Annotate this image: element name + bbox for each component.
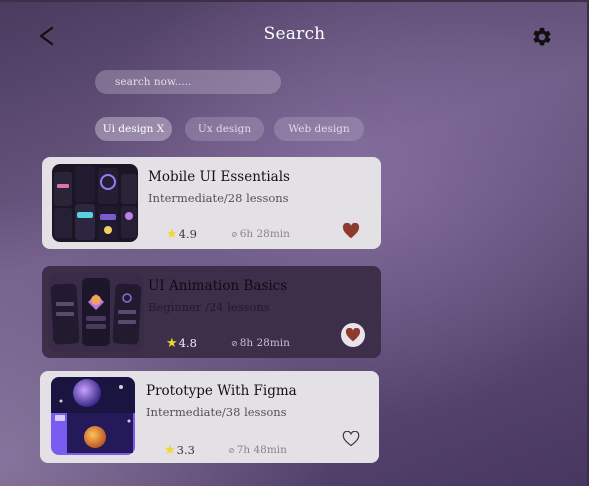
rating-value: 3.3: [176, 443, 195, 457]
mobile-ui-thumbnail-image: [52, 164, 138, 242]
filter-chip-ux-design[interactable]: Ux design: [185, 117, 264, 141]
heart-outline-icon: [342, 431, 360, 447]
star-icon: ★: [166, 335, 178, 351]
course-duration: ⊘ 7h 48min: [228, 444, 287, 456]
duration-value: 7h 48min: [236, 444, 287, 456]
course-title: UI Animation Basics: [148, 278, 288, 294]
course-rating: ★ 3.3: [164, 443, 195, 457]
heart-icon: [342, 223, 360, 239]
rating-value: 4.9: [178, 227, 197, 241]
filter-chip-ui-design[interactable]: Ui design X: [95, 117, 172, 141]
course-rating: ★ 4.9: [166, 227, 197, 241]
prototype-figma-thumbnail-image: [51, 377, 135, 455]
favorite-button[interactable]: [341, 221, 361, 241]
gear-icon: [533, 27, 551, 46]
favorite-button[interactable]: [341, 429, 361, 449]
course-thumbnail: [48, 272, 144, 352]
ui-animation-thumbnail-image: [48, 272, 144, 352]
course-card-mobile-ui[interactable]: Mobile UI Essentials Intermediate/28 les…: [42, 157, 381, 249]
course-card-prototype-figma[interactable]: Prototype With Figma Intermediate/38 les…: [40, 371, 379, 463]
clock-icon: ⊘: [228, 445, 235, 455]
course-subtitle: Intermediate/38 lessons: [146, 405, 287, 419]
rating-value: 4.8: [178, 336, 197, 350]
duration-value: 8h 28min: [239, 337, 290, 349]
clock-icon: ⊘: [231, 229, 238, 239]
filter-chip-web-design[interactable]: Web design: [274, 117, 364, 141]
duration-value: 6h 28min: [239, 228, 290, 240]
course-title: Prototype With Figma: [146, 383, 297, 399]
course-thumbnail: [51, 377, 135, 455]
course-subtitle: Intermediate/28 lessons: [148, 191, 289, 205]
course-rating: ★ 4.8: [166, 336, 197, 350]
star-icon: ★: [164, 442, 176, 458]
course-card-ui-animation[interactable]: UI Animation Basics Beginner /24 lessons…: [42, 266, 381, 358]
course-duration: ⊘ 8h 28min: [231, 337, 290, 349]
heart-icon: [345, 328, 361, 342]
star-icon: ★: [166, 226, 178, 242]
window-top-border: [0, 0, 589, 2]
course-thumbnail: [52, 164, 138, 242]
course-subtitle: Beginner /24 lessons: [148, 300, 270, 314]
page-title: Search: [263, 24, 326, 44]
course-title: Mobile UI Essentials: [148, 169, 290, 185]
settings-button[interactable]: [531, 26, 553, 48]
course-duration: ⊘ 6h 28min: [231, 228, 290, 240]
search-input[interactable]: [95, 70, 281, 94]
favorite-button[interactable]: [341, 323, 365, 347]
clock-icon: ⊘: [231, 338, 238, 348]
